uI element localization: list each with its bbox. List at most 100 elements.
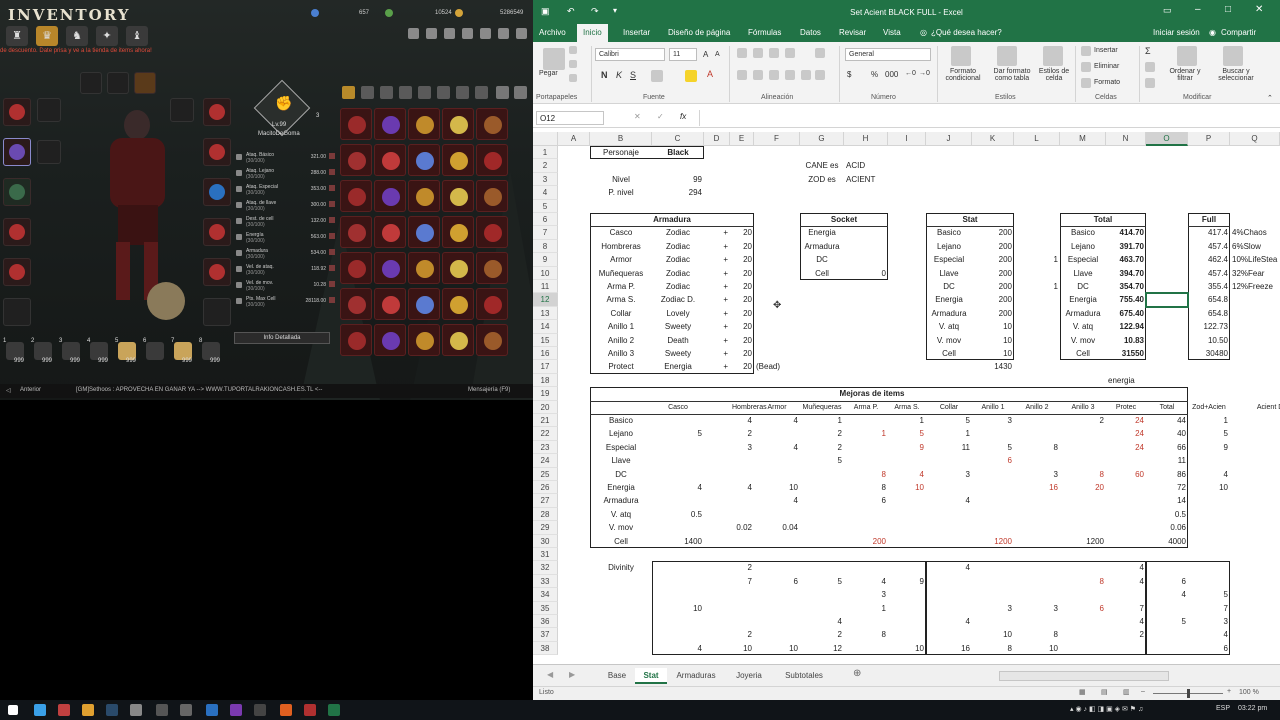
cell-k15[interactable]: 10 bbox=[974, 334, 1012, 347]
cell-c35[interactable]: 10 bbox=[654, 602, 702, 615]
sheet-tab-joyeria[interactable]: Joyeria bbox=[729, 668, 769, 684]
cell-o27[interactable]: 14 bbox=[1148, 494, 1186, 507]
equip-slot-weapon[interactable] bbox=[3, 258, 31, 286]
find-select-button[interactable]: Buscar y seleccionar bbox=[1213, 68, 1259, 82]
cell-b14[interactable]: Anillo 1 bbox=[592, 320, 650, 333]
app-icon[interactable] bbox=[180, 704, 192, 716]
category-helmet-icon[interactable]: ♜ bbox=[6, 26, 28, 46]
zoom-out-icon[interactable]: – bbox=[1141, 688, 1145, 695]
cell-m11[interactable]: DC bbox=[1062, 280, 1104, 293]
row-header-22[interactable]: 22 bbox=[533, 427, 558, 441]
equip-slot-ring-3[interactable] bbox=[203, 218, 231, 246]
inventory-slot[interactable] bbox=[476, 288, 508, 320]
row-header-38[interactable]: 38 bbox=[533, 641, 558, 656]
cell-g23[interactable]: 2 bbox=[802, 441, 842, 454]
equip-slot-empty[interactable] bbox=[203, 298, 231, 326]
cell-q22[interactable]: 4 bbox=[1232, 427, 1280, 440]
row-header-27[interactable]: 27 bbox=[533, 494, 558, 508]
equip-slot-empty[interactable] bbox=[37, 140, 61, 164]
tool-box-icon[interactable] bbox=[498, 28, 509, 39]
inventory-slot[interactable] bbox=[340, 216, 372, 248]
cell-c7[interactable]: Zodiac bbox=[654, 226, 702, 239]
close-icon[interactable]: ✕ bbox=[1255, 4, 1263, 15]
app-icon[interactable] bbox=[58, 704, 70, 716]
cell-m20[interactable]: Anillo 3 bbox=[1062, 401, 1104, 414]
cell-c12[interactable]: Zodiac D. bbox=[654, 293, 702, 306]
app-icon[interactable] bbox=[280, 704, 292, 716]
align-right-icon[interactable] bbox=[769, 70, 779, 80]
column-header-e[interactable]: E bbox=[730, 132, 754, 146]
cell-n22[interactable]: 24 bbox=[1108, 427, 1144, 440]
row-header-29[interactable]: 29 bbox=[533, 521, 558, 535]
inventory-slot[interactable] bbox=[340, 252, 372, 284]
row-header-30[interactable]: 30 bbox=[533, 534, 558, 548]
cell-c11[interactable]: Zodiac bbox=[654, 280, 702, 293]
messenger-button[interactable]: Mensajería (F9) bbox=[468, 387, 510, 393]
cell-c17[interactable]: Energia bbox=[654, 360, 702, 373]
row-header-23[interactable]: 23 bbox=[533, 440, 558, 455]
align-middle-icon[interactable] bbox=[753, 48, 763, 58]
inventory-slot[interactable] bbox=[408, 144, 440, 176]
equip-slot-necklace[interactable] bbox=[203, 98, 231, 126]
sheet-tab-armaduras[interactable]: Armaduras bbox=[671, 668, 721, 684]
cell-k21[interactable]: 3 bbox=[974, 414, 1012, 427]
cell-l11[interactable]: 1 bbox=[1016, 280, 1058, 293]
fill-color-icon[interactable] bbox=[685, 70, 697, 82]
cell-e13[interactable]: 20 bbox=[732, 307, 752, 320]
cell-p6[interactable]: Full bbox=[1190, 213, 1228, 226]
inventory-slot[interactable] bbox=[340, 144, 372, 176]
row-header-37[interactable]: 37 bbox=[533, 628, 558, 642]
cell-j27[interactable]: 4 bbox=[928, 494, 970, 507]
row-header-14[interactable]: 14 bbox=[533, 320, 558, 334]
row-header-32[interactable]: 32 bbox=[533, 561, 558, 575]
row-header-36[interactable]: 36 bbox=[533, 615, 558, 629]
equip-slot-empty[interactable] bbox=[37, 98, 61, 122]
zoom-level[interactable]: 100 % bbox=[1239, 689, 1259, 696]
cell-m13[interactable]: Armadura bbox=[1062, 307, 1104, 320]
align-center-icon[interactable] bbox=[753, 70, 763, 80]
sort-filter-icon[interactable] bbox=[1177, 46, 1197, 66]
cell-q11[interactable]: 12%Freeze bbox=[1232, 280, 1280, 293]
cell-j9[interactable]: Especial bbox=[928, 253, 970, 266]
category-wings-icon[interactable]: ✦ bbox=[96, 26, 118, 46]
cell-h2[interactable]: ACID bbox=[846, 159, 886, 172]
equip-slot[interactable] bbox=[134, 72, 156, 94]
cell-f20[interactable]: Armor bbox=[756, 401, 798, 414]
inventory-sort-icon[interactable] bbox=[496, 86, 509, 99]
cell-m30[interactable]: 1200 bbox=[1062, 535, 1104, 548]
ribbon-display-icon[interactable]: ▭ bbox=[1163, 5, 1172, 16]
cell-k10[interactable]: 200 bbox=[974, 267, 1012, 280]
cell-g24[interactable]: 5 bbox=[802, 454, 842, 467]
cell-c9[interactable]: Zodiac bbox=[654, 253, 702, 266]
inventory-tab-lock-icon[interactable] bbox=[399, 86, 412, 99]
category-ship-icon[interactable]: ♝ bbox=[126, 26, 148, 46]
inventory-tab-lock-icon[interactable] bbox=[418, 86, 431, 99]
stat-plus-button[interactable] bbox=[329, 169, 335, 175]
cell-m15[interactable]: V. mov bbox=[1062, 334, 1104, 347]
equip-slot-pants[interactable] bbox=[3, 178, 31, 206]
cell-n7[interactable]: 414.70 bbox=[1108, 226, 1144, 239]
cell-m7[interactable]: Basico bbox=[1062, 226, 1104, 239]
row-header-19[interactable]: 19 bbox=[533, 387, 558, 401]
inventory-slot[interactable] bbox=[374, 324, 406, 356]
cell-c14[interactable]: Sweety bbox=[654, 320, 702, 333]
cell-e15[interactable]: 20 bbox=[732, 334, 752, 347]
cell-o21[interactable]: 44 bbox=[1148, 414, 1186, 427]
inventory-tab-lock-icon[interactable] bbox=[361, 86, 374, 99]
row-header-9[interactable]: 9 bbox=[533, 253, 558, 267]
equip-slot-empty[interactable] bbox=[3, 298, 31, 326]
row-header-11[interactable]: 11 bbox=[533, 280, 558, 294]
row-header-24[interactable]: 24 bbox=[533, 454, 558, 468]
insert-button[interactable]: Insertar bbox=[1094, 47, 1118, 54]
cell-c3[interactable]: 99 bbox=[654, 173, 702, 186]
category-armor-icon[interactable]: ♞ bbox=[66, 26, 88, 46]
cell-d9[interactable]: + bbox=[706, 253, 728, 266]
cell-d17[interactable]: + bbox=[706, 360, 728, 373]
cell-g38[interactable]: 12 bbox=[802, 642, 842, 655]
cell-e16[interactable]: 20 bbox=[732, 347, 752, 360]
cell-b22[interactable]: Lejano bbox=[592, 427, 650, 440]
cell-e33[interactable]: 7 bbox=[732, 575, 752, 588]
cut-icon[interactable] bbox=[569, 46, 577, 54]
cell-k17[interactable]: 1430 bbox=[974, 360, 1012, 373]
cell-c30[interactable]: 1400 bbox=[654, 535, 702, 548]
